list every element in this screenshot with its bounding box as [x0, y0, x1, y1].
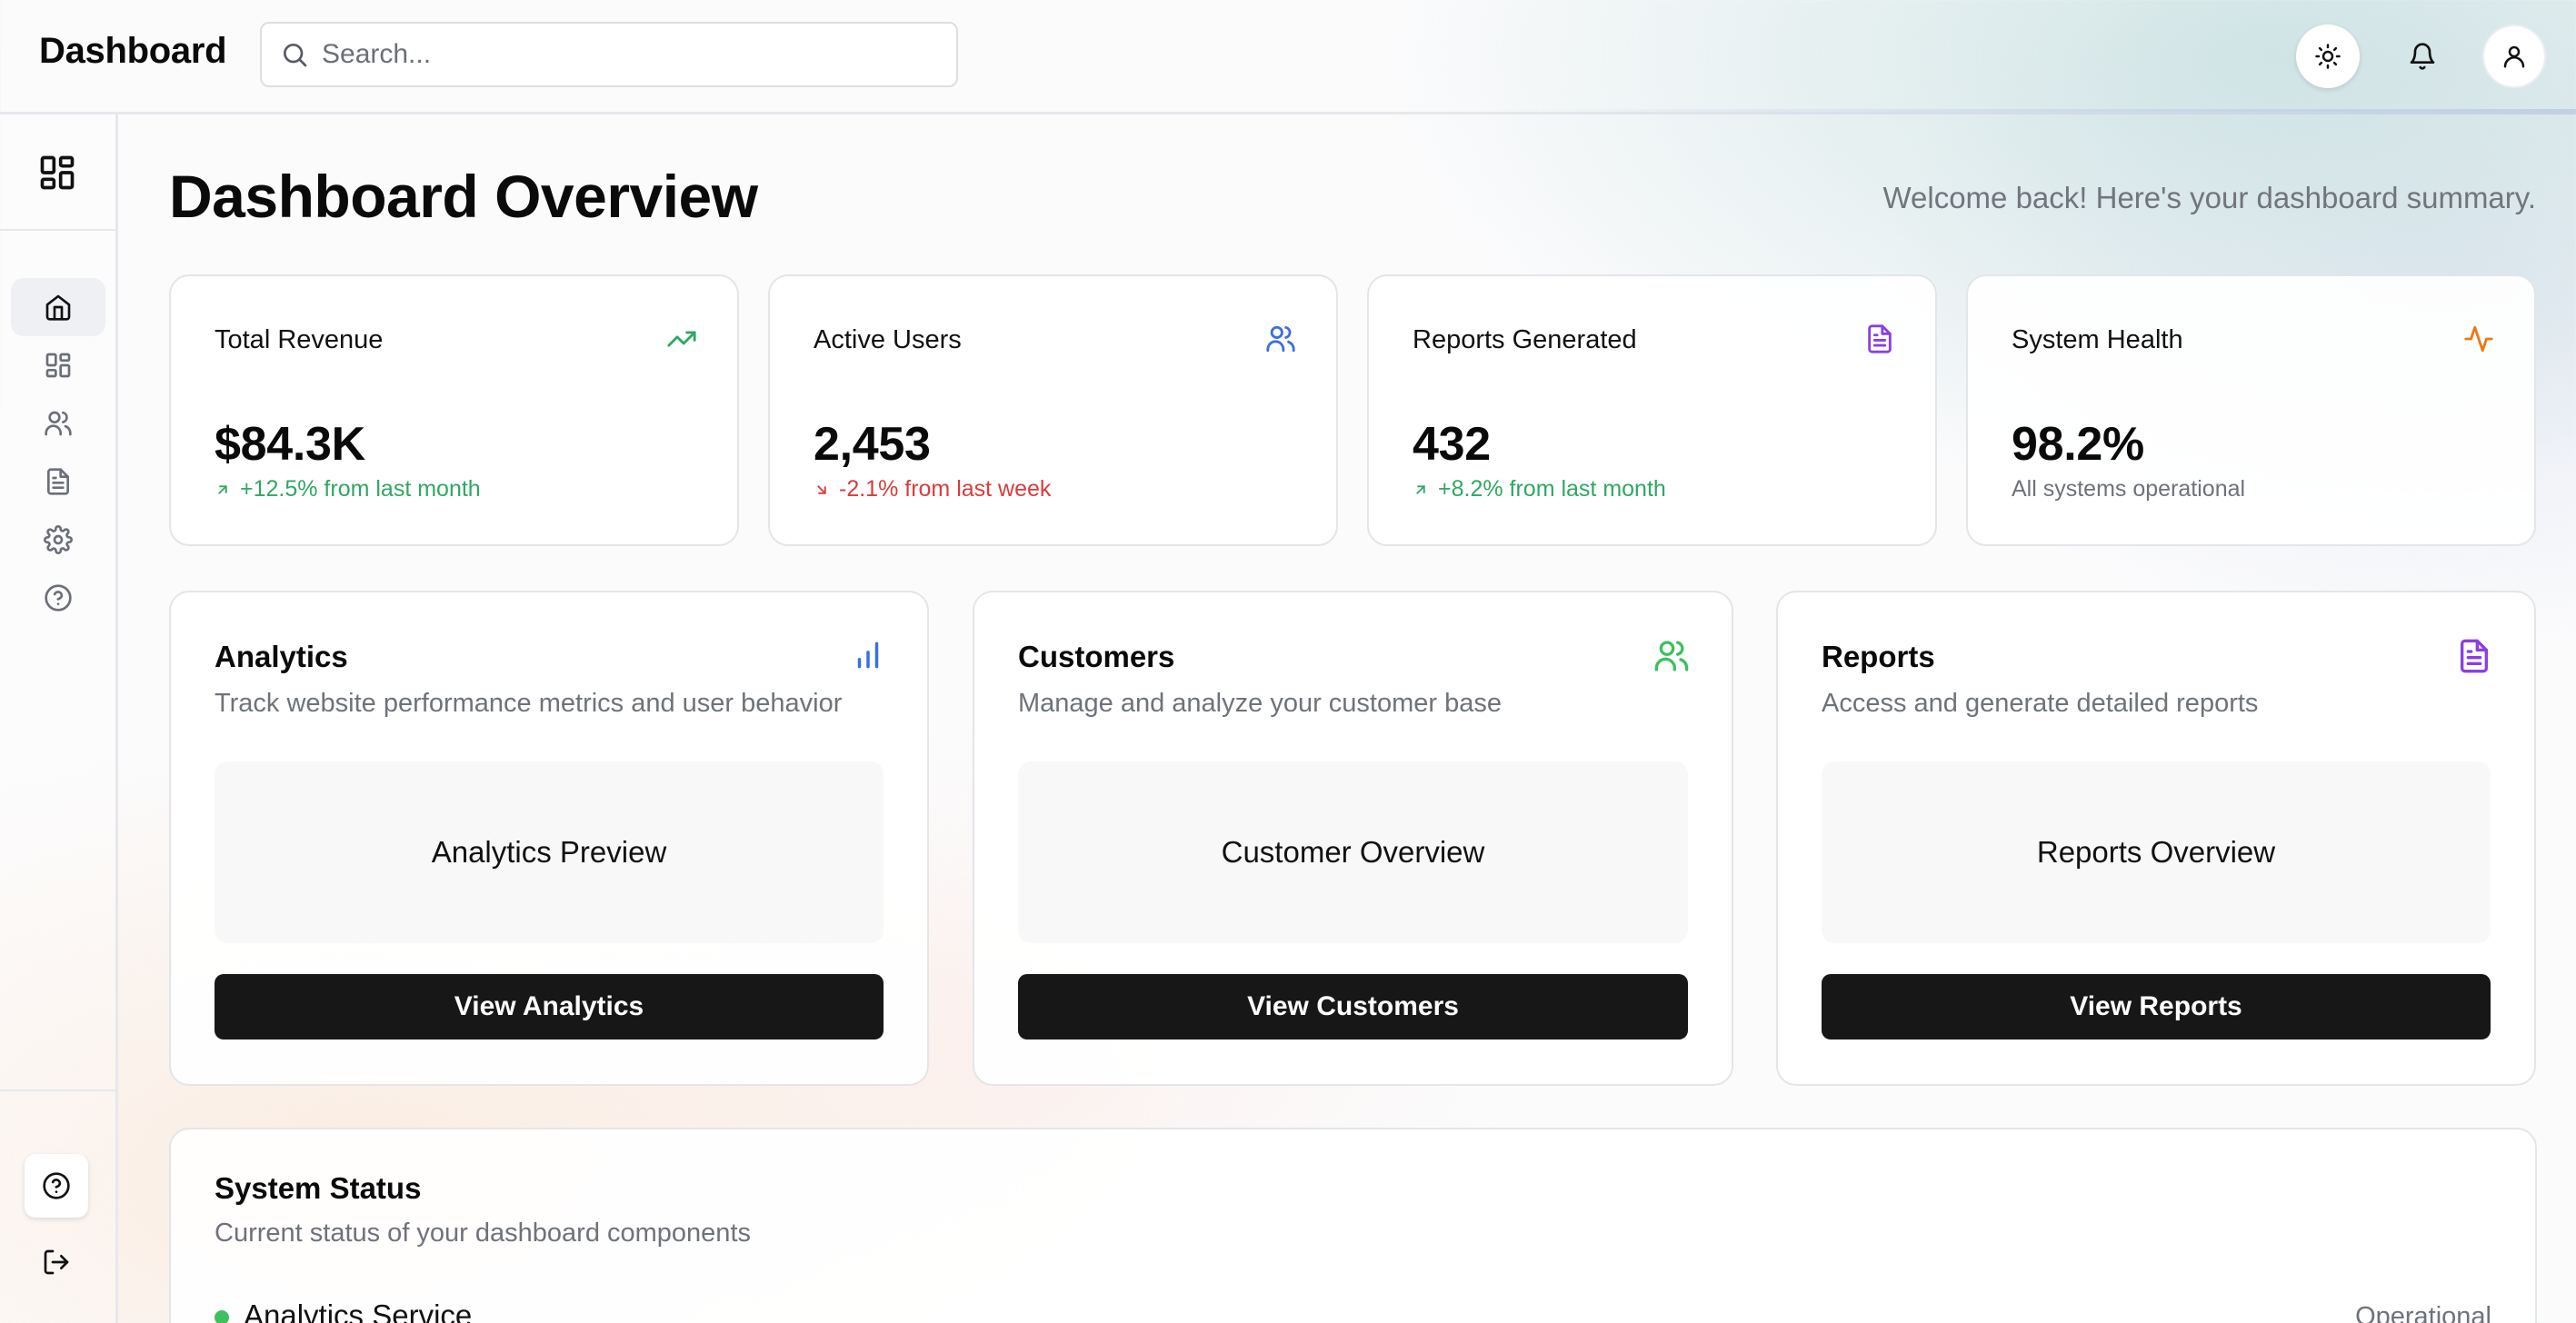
sidebar-item-documents[interactable]	[11, 453, 105, 511]
view-reports-button[interactable]: View Reports	[1822, 974, 2491, 1040]
stat-label: Active Users	[814, 325, 962, 354]
stat-label: Reports Generated	[1413, 325, 1637, 354]
stat-delta-text: -2.1% from last week	[839, 476, 1052, 502]
status-title: System Status	[215, 1171, 422, 1205]
sun-icon	[2314, 43, 2341, 70]
stat-delta: +12.5% from last month	[215, 476, 481, 502]
brand-title: Dashboard	[39, 31, 227, 71]
users-icon	[1653, 638, 1690, 674]
help-circle-icon	[44, 583, 73, 612]
sidebar-item-home[interactable]	[11, 278, 105, 336]
stat-value: 2,453	[814, 418, 931, 471]
user-menu-button[interactable]	[2482, 25, 2546, 88]
layout-grid-icon	[44, 351, 73, 380]
arrow-down-right-icon	[814, 482, 830, 498]
reports-preview: Reports Overview	[1822, 761, 2491, 943]
feature-title: Analytics	[215, 640, 348, 673]
bar-chart-icon	[851, 638, 885, 672]
feature-description: Access and generate detailed reports	[1822, 689, 2259, 718]
feature-title: Customers	[1018, 640, 1175, 673]
stat-card-revenue: Total Revenue $84.3K +12.5% from last mo…	[169, 274, 739, 546]
top-header: Dashboard	[0, 0, 2576, 114]
view-customers-button[interactable]: View Customers	[1018, 974, 1688, 1040]
welcome-message: Welcome back! Here's your dashboard summ…	[1882, 181, 2536, 214]
arrow-up-right-icon	[215, 482, 231, 498]
users-icon	[44, 409, 73, 438]
search-icon	[280, 40, 309, 69]
bell-icon	[2408, 42, 2437, 71]
theme-toggle-button[interactable]	[2296, 25, 2360, 88]
user-icon	[2501, 43, 2528, 70]
file-text-icon	[1864, 323, 1895, 354]
service-state: Operational	[2355, 1302, 2491, 1323]
trending-up-icon	[666, 323, 697, 354]
sidebar-item-users[interactable]	[11, 394, 105, 453]
stat-card-reports: Reports Generated 432 +8.2% from last mo…	[1367, 274, 1937, 546]
notifications-button[interactable]	[2391, 25, 2454, 88]
help-button[interactable]	[25, 1154, 88, 1218]
feature-card-analytics: Analytics Track website performance metr…	[169, 591, 929, 1086]
home-icon	[44, 293, 73, 322]
status-subtitle: Current status of your dashboard compone…	[215, 1219, 751, 1248]
status-dot	[215, 1310, 229, 1323]
stat-delta: All systems operational	[2012, 476, 2245, 502]
sidebar-item-help[interactable]	[11, 569, 105, 627]
feature-card-reports: Reports Access and generate detailed rep…	[1776, 591, 2536, 1086]
gear-icon	[44, 525, 73, 554]
analytics-preview: Analytics Preview	[215, 761, 884, 943]
feature-card-customers: Customers Manage and analyze your custom…	[973, 591, 1733, 1086]
logout-icon	[42, 1248, 71, 1277]
view-analytics-button[interactable]: View Analytics	[215, 974, 884, 1040]
users-icon	[1265, 323, 1296, 354]
service-row: Analytics Service Operational	[215, 1298, 2491, 1323]
stat-value: 432	[1413, 418, 1491, 471]
sidebar-logo[interactable]	[37, 153, 77, 193]
system-status-card: System Status Current status of your das…	[169, 1128, 2537, 1323]
stat-delta: -2.1% from last week	[814, 476, 1051, 502]
stat-delta-text: +12.5% from last month	[240, 476, 481, 502]
sidebar-divider	[0, 229, 115, 231]
feature-description: Manage and analyze your customer base	[1018, 689, 1502, 718]
stat-label: Total Revenue	[215, 325, 384, 354]
page-title: Dashboard Overview	[169, 163, 758, 230]
customer-preview: Customer Overview	[1018, 761, 1688, 943]
stat-delta-text: +8.2% from last month	[1438, 476, 1666, 502]
sidebar-item-dashboard[interactable]	[11, 336, 105, 394]
help-circle-icon	[42, 1171, 71, 1200]
sidebar-divider	[0, 1089, 115, 1091]
layout-grid-icon	[37, 153, 77, 193]
activity-icon	[2463, 323, 2494, 354]
stat-delta-text: All systems operational	[2012, 476, 2246, 502]
search-box[interactable]	[260, 22, 958, 87]
stat-card-health: System Health 98.2% All systems operatio…	[1966, 274, 2536, 546]
stat-label: System Health	[2012, 325, 2183, 354]
stat-card-users: Active Users 2,453 -2.1% from last week	[768, 274, 1338, 546]
logout-button[interactable]	[25, 1230, 88, 1294]
file-text-icon	[2456, 638, 2492, 674]
stat-delta: +8.2% from last month	[1413, 476, 1666, 502]
stat-value: $84.3K	[215, 418, 365, 471]
feature-description: Track website performance metrics and us…	[215, 689, 843, 718]
arrow-up-right-icon	[1413, 482, 1429, 498]
search-input[interactable]	[322, 39, 913, 70]
sidebar-item-settings[interactable]	[11, 511, 105, 569]
stat-value: 98.2%	[2012, 418, 2144, 471]
file-text-icon	[44, 467, 73, 496]
feature-title: Reports	[1822, 640, 1935, 673]
service-name: Analytics Service	[244, 1298, 473, 1323]
sidebar	[0, 114, 118, 1323]
